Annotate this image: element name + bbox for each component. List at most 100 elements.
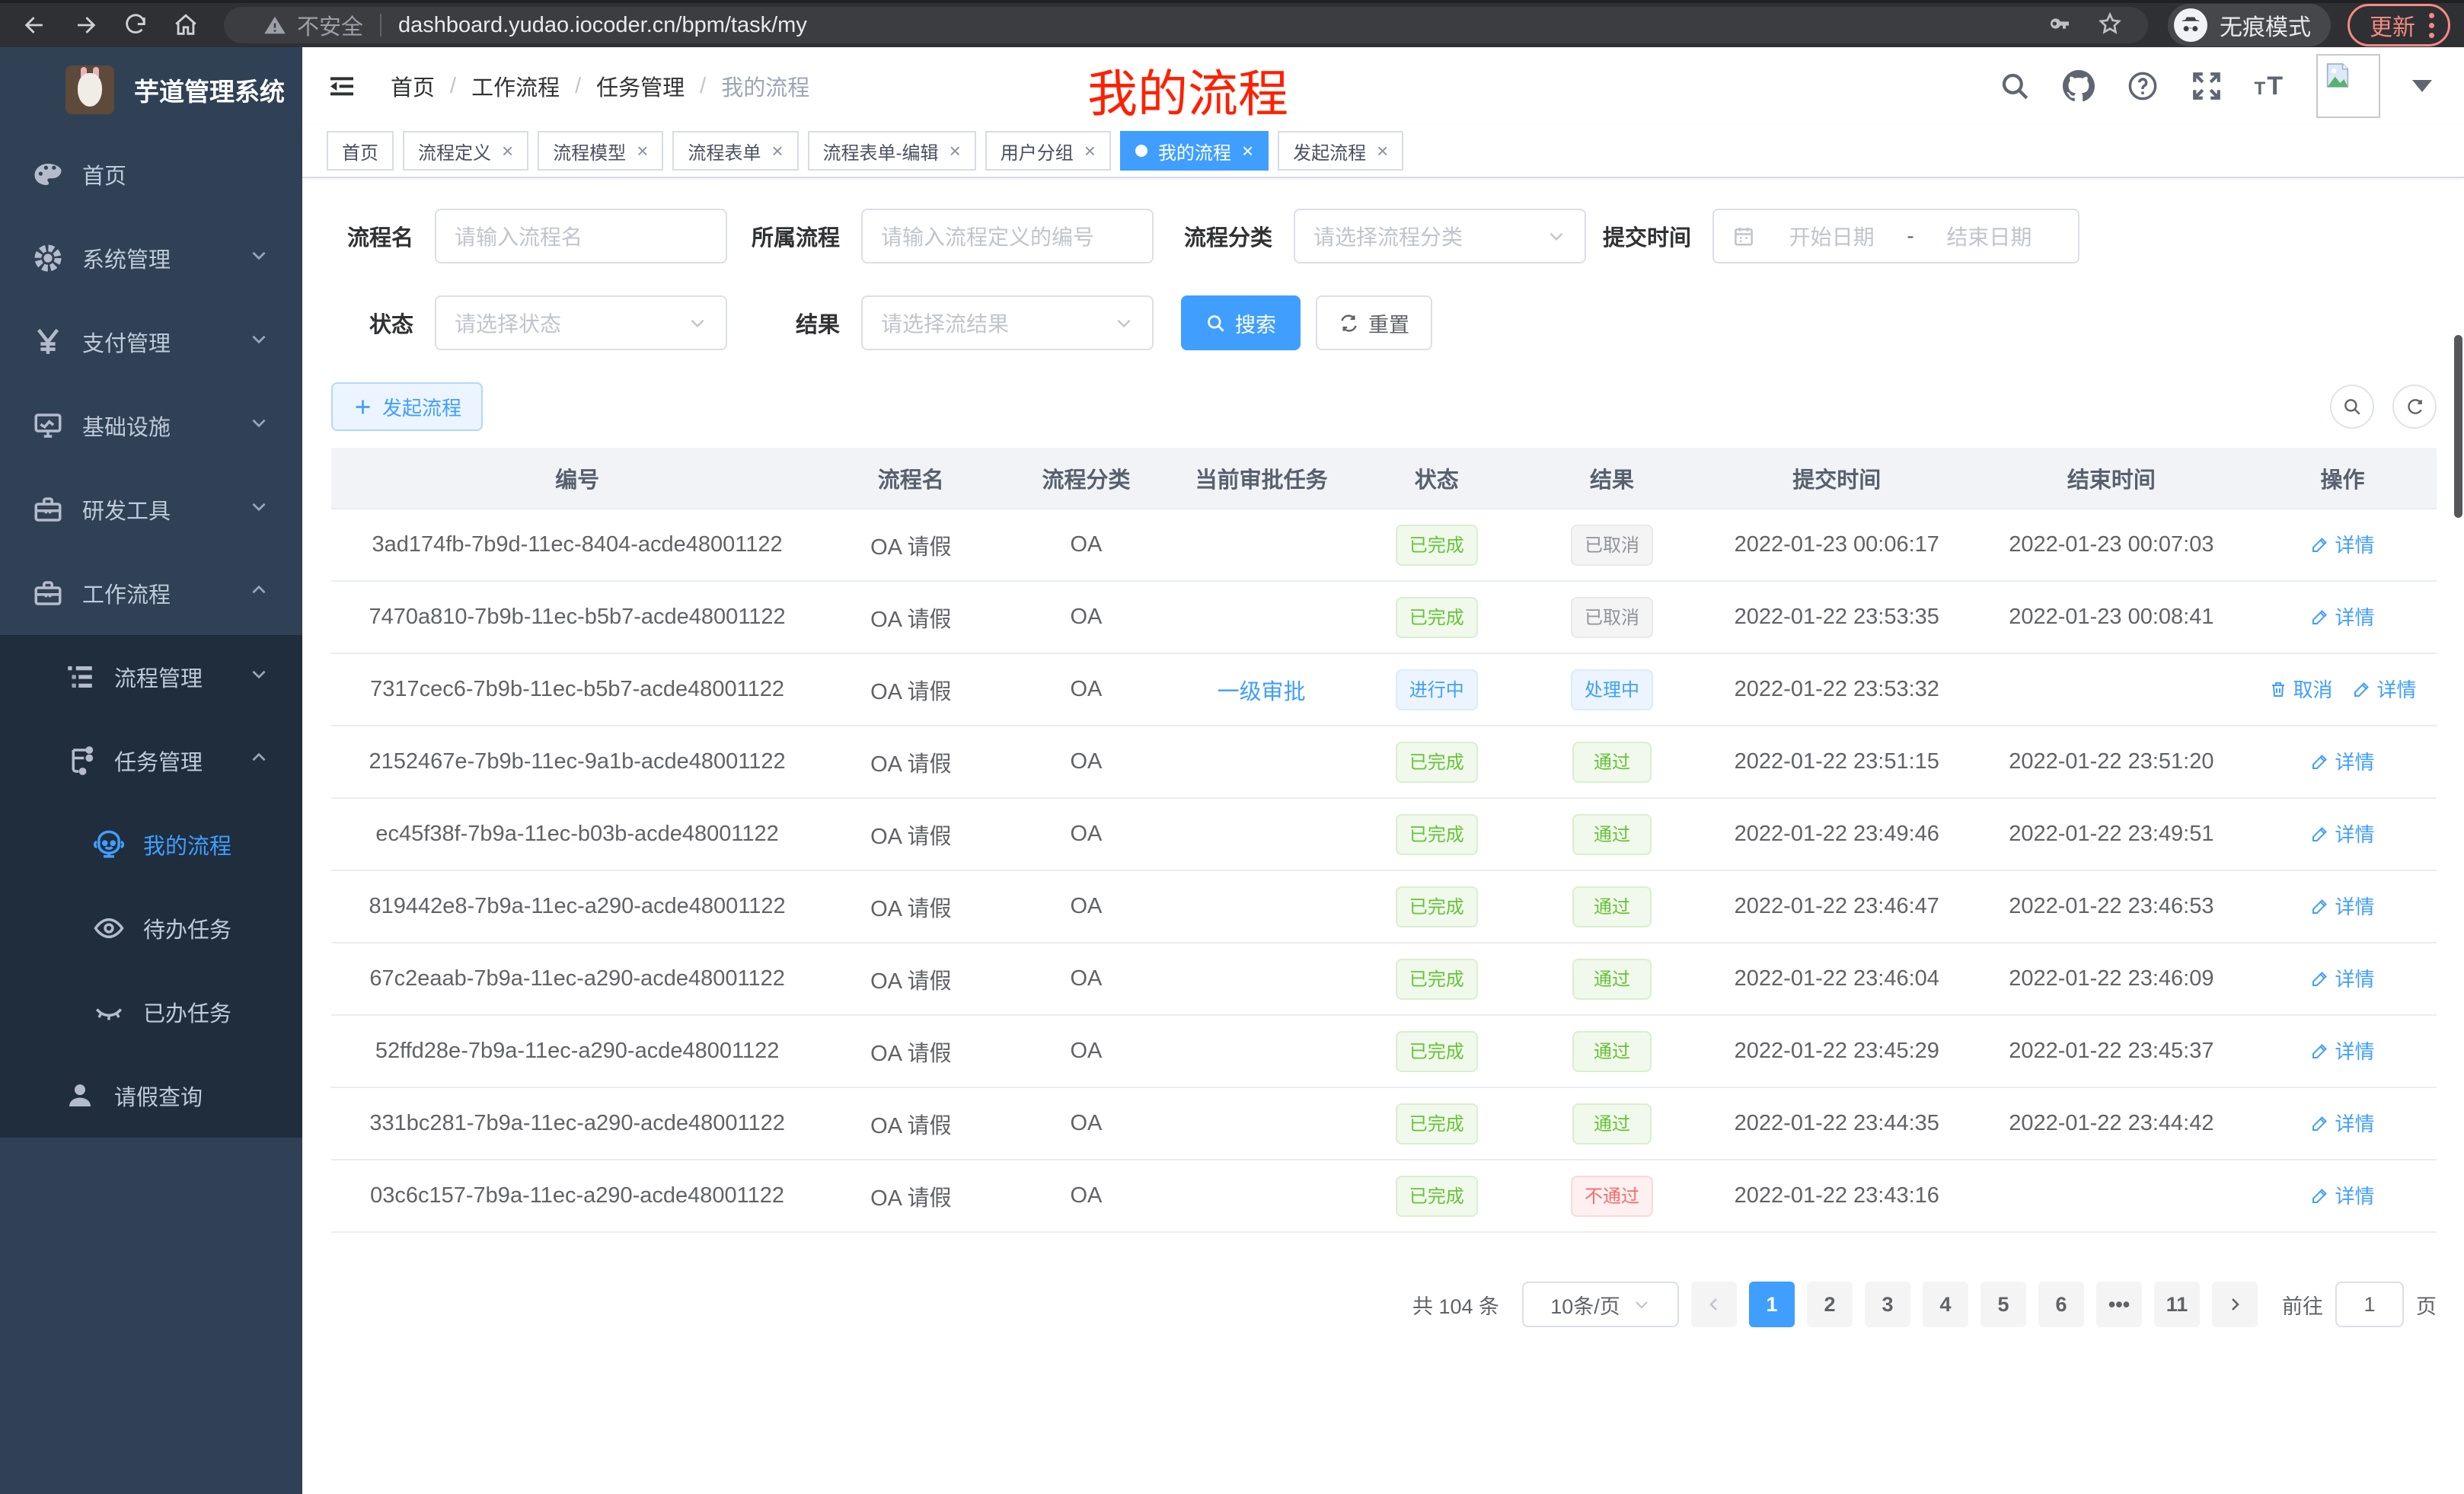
tab-6[interactable]: 我的流程× (1120, 131, 1269, 171)
tab-1[interactable]: 流程定义× (403, 131, 528, 171)
password-key-icon[interactable] (2047, 11, 2072, 40)
not-secure-label[interactable]: 不安全 (297, 9, 363, 41)
sidebar-fold-icon[interactable] (327, 71, 357, 101)
detail-link[interactable]: 详情 (2311, 892, 2375, 920)
sidebar-item-infra[interactable]: 基础设施 (0, 384, 302, 468)
reset-button[interactable]: 重置 (1316, 295, 1432, 350)
breadcrumb-home[interactable]: 首页 (391, 70, 435, 102)
tab-5[interactable]: 用户分组× (985, 131, 1111, 171)
tab-close-icon[interactable]: × (950, 141, 961, 161)
cell-current-task (1174, 509, 1349, 581)
detail-link[interactable]: 详情 (2311, 1109, 2375, 1137)
category-select[interactable]: 请选择流程分类 (1294, 209, 1586, 263)
sidebar-item-done-tasks[interactable]: 已办任务 (0, 970, 302, 1054)
browser-update-button[interactable]: 更新 (2348, 4, 2450, 46)
page-button-3[interactable]: 3 (1865, 1282, 1910, 1327)
help-icon[interactable] (2127, 70, 2159, 102)
detail-link[interactable]: 详情 (2311, 1036, 2375, 1065)
back-icon[interactable] (20, 10, 50, 40)
result-select[interactable]: 请选择流结果 (861, 295, 1154, 350)
tab-close-icon[interactable]: × (1377, 141, 1388, 161)
current-task-link[interactable]: 一级审批 (1218, 680, 1306, 704)
tab-close-icon[interactable]: × (771, 141, 783, 161)
search-button[interactable]: 搜索 (1181, 295, 1301, 350)
submit-time-range[interactable]: 开始日期 - 结束日期 (1712, 209, 2079, 263)
goto-page-input[interactable] (2335, 1282, 2404, 1327)
search-icon[interactable] (1999, 70, 2031, 102)
refresh-table-button[interactable] (2392, 385, 2437, 429)
page-ellipsis[interactable]: ••• (2096, 1282, 2142, 1327)
detail-link[interactable]: 详情 (2311, 819, 2375, 848)
sidebar-item-process-mgmt[interactable]: 流程管理 (0, 635, 302, 719)
page-button-2[interactable]: 2 (1807, 1282, 1853, 1327)
sidebar-item-task-mgmt[interactable]: 任务管理 (0, 719, 302, 803)
prev-page-button[interactable] (1691, 1282, 1737, 1327)
sidebar-item-devtools[interactable]: 研发工具 (0, 468, 302, 551)
goto-label: 前往 (2282, 1290, 2323, 1320)
fullscreen-icon[interactable] (2191, 70, 2223, 102)
detail-link[interactable]: 详情 (2311, 964, 2375, 992)
tab-3[interactable]: 流程表单 × (672, 131, 798, 171)
end-date-placeholder[interactable]: 结束日期 (1919, 221, 2060, 251)
workflow-icon (30, 577, 65, 609)
detail-link[interactable]: 详情 (2311, 530, 2375, 558)
home-icon[interactable] (171, 10, 201, 40)
cancel-link[interactable]: 取消 (2269, 675, 2333, 703)
tab-7[interactable]: 发起流程× (1278, 131, 1403, 171)
app-logo[interactable]: 芋道管理系统 (0, 47, 302, 132)
sidebar-item-home[interactable]: 首页 (0, 132, 302, 216)
forward-icon[interactable] (70, 10, 101, 40)
sidebar-item-workflow[interactable]: 工作流程 (0, 551, 302, 635)
plus-icon (353, 397, 373, 417)
page-button-5[interactable]: 5 (1980, 1282, 2026, 1327)
page-size-select[interactable]: 10条/页 (1522, 1282, 1679, 1327)
github-icon[interactable] (2063, 70, 2095, 102)
detail-link[interactable]: 详情 (2353, 675, 2417, 703)
breadcrumb-task-mgmt[interactable]: 任务管理 (596, 70, 685, 102)
bookmark-star-icon[interactable] (2098, 11, 2122, 40)
status-select[interactable]: 请选择状态 (435, 295, 727, 350)
breadcrumb-workflow[interactable]: 工作流程 (471, 70, 560, 102)
next-page-button[interactable] (2212, 1282, 2258, 1327)
process-def-input[interactable]: 请输入流程定义的编号 (861, 209, 1154, 263)
sidebar-item-system[interactable]: 系统管理 (0, 216, 302, 300)
page-button-6[interactable]: 6 (2038, 1282, 2084, 1327)
toggle-search-button[interactable] (2330, 385, 2374, 429)
sidebar-item-todo-tasks[interactable]: 待办任务 (0, 886, 302, 970)
browser-menu-icon[interactable] (2429, 13, 2434, 38)
chevron-down-icon (1633, 1295, 1651, 1314)
start-process-button[interactable]: 发起流程 (331, 382, 483, 431)
page-button-4[interactable]: 4 (1923, 1282, 1968, 1327)
address-bar[interactable]: 不安全 dashboard.yudao.iocoder.cn/bpm/task/… (224, 7, 2148, 43)
tab-close-icon[interactable]: × (502, 141, 513, 161)
cell-result: 通过 (1524, 726, 1700, 798)
table-row: 331bc281-7b9a-11ec-a290-acde48001122OA 请… (331, 1087, 2437, 1160)
start-date-placeholder[interactable]: 开始日期 (1761, 221, 1902, 251)
tab-4[interactable]: 流程表单-编辑× (808, 131, 976, 171)
tab-label: 流程表单 (688, 138, 761, 164)
detail-link[interactable]: 详情 (2311, 1181, 2375, 1209)
process-name-input[interactable]: 请输入流程名 (435, 209, 727, 263)
avatar-caret-icon[interactable] (2412, 80, 2432, 92)
window-scrollbar-thumb[interactable] (2454, 335, 2462, 518)
sidebar-item-my-process[interactable]: 我的流程 (0, 803, 302, 886)
sidebar-item-label: 请假查询 (114, 1080, 203, 1112)
font-size-icon[interactable]: TT (2255, 72, 2284, 101)
sidebar-item-payment[interactable]: 支付管理 (0, 300, 302, 384)
status-badge: 通过 (1572, 742, 1652, 783)
page-button-1[interactable]: 1 (1749, 1282, 1795, 1327)
detail-link[interactable]: 详情 (2311, 602, 2375, 630)
tab-close-icon[interactable]: × (637, 141, 648, 161)
sidebar-item-label: 系统管理 (82, 242, 171, 274)
col-end-time: 结束时间 (1974, 448, 2249, 509)
sidebar-item-leave-query[interactable]: 请假查询 (0, 1054, 302, 1138)
reload-icon[interactable] (120, 10, 151, 40)
tab-close-icon[interactable]: × (1242, 141, 1253, 161)
avatar[interactable] (2316, 54, 2380, 118)
tab-0[interactable]: 首页 (327, 131, 394, 171)
tab-close-icon[interactable]: × (1084, 141, 1096, 161)
detail-link[interactable]: 详情 (2311, 747, 2375, 775)
url-text[interactable]: dashboard.yudao.iocoder.cn/bpm/task/my (398, 13, 807, 38)
page-button-11[interactable]: 11 (2154, 1282, 2200, 1327)
tab-2[interactable]: 流程模型× (538, 131, 663, 171)
